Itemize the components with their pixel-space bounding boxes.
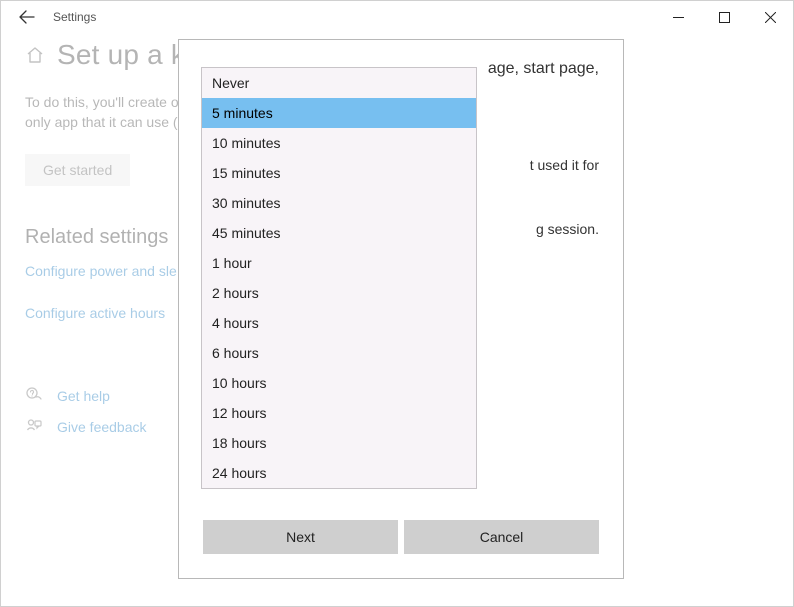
dropdown-option-6-hours[interactable]: 6 hours <box>202 338 476 368</box>
home-icon <box>25 45 45 65</box>
get-help-link[interactable]: Get help <box>57 388 110 404</box>
minimize-button[interactable] <box>655 1 701 33</box>
page-title: Set up a k <box>57 39 185 71</box>
window-title: Settings <box>53 10 96 24</box>
link-configure-active-hours[interactable]: Configure active hours <box>25 305 165 321</box>
dropdown-option-never[interactable]: Never <box>202 68 476 98</box>
dropdown-option-10-hours[interactable]: 10 hours <box>202 368 476 398</box>
cancel-button[interactable]: Cancel <box>404 520 599 554</box>
close-button[interactable] <box>747 1 793 33</box>
next-button[interactable]: Next <box>203 520 398 554</box>
dropdown-option-10-minutes[interactable]: 10 minutes <box>202 128 476 158</box>
titlebar: Settings <box>1 1 793 33</box>
give-feedback-link[interactable]: Give feedback <box>57 419 147 435</box>
restart-after-dropdown[interactable]: Never 5 minutes 10 minutes 15 minutes 30… <box>201 67 477 489</box>
minimize-icon <box>673 12 684 23</box>
link-configure-power-sleep[interactable]: Configure power and sle <box>25 263 177 279</box>
dropdown-option-4-hours[interactable]: 4 hours <box>202 308 476 338</box>
maximize-icon <box>719 12 730 23</box>
dropdown-option-12-hours[interactable]: 12 hours <box>202 398 476 428</box>
dropdown-option-18-hours[interactable]: 18 hours <box>202 428 476 458</box>
settings-window: Settings Set up a k To do this, you'll c… <box>0 0 794 607</box>
dialog-button-row: Next Cancel <box>179 520 623 578</box>
back-arrow-icon <box>19 9 35 25</box>
dropdown-option-5-minutes[interactable]: 5 minutes <box>202 98 476 128</box>
maximize-button[interactable] <box>701 1 747 33</box>
feedback-icon <box>25 418 43 435</box>
get-started-button[interactable]: Get started <box>25 154 130 186</box>
close-icon <box>765 12 776 23</box>
dropdown-option-30-minutes[interactable]: 30 minutes <box>202 188 476 218</box>
back-button[interactable] <box>7 1 47 33</box>
dropdown-option-1-hour[interactable]: 1 hour <box>202 248 476 278</box>
help-icon <box>25 387 43 404</box>
window-controls <box>655 1 793 33</box>
dropdown-option-45-minutes[interactable]: 45 minutes <box>202 218 476 248</box>
dropdown-option-2-hours[interactable]: 2 hours <box>202 278 476 308</box>
dropdown-option-15-minutes[interactable]: 15 minutes <box>202 158 476 188</box>
dropdown-option-24-hours[interactable]: 24 hours <box>202 458 476 488</box>
